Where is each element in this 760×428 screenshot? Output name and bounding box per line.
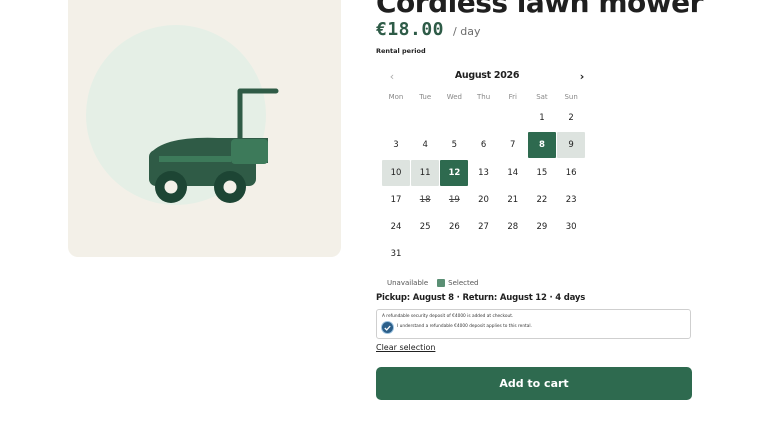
legend-unavailable: Unavailable [387, 279, 428, 287]
weekday-label: Thu [476, 93, 491, 101]
price-amount: €18.00 [376, 19, 445, 40]
calendar-day[interactable]: 13 [470, 160, 498, 186]
rental-period-label: Rental period [376, 47, 426, 55]
calendar-day[interactable]: 24 [382, 214, 410, 240]
calendar-day[interactable]: 31 [382, 241, 410, 267]
calendar-day: 19 [448, 194, 460, 205]
product-image [68, 0, 341, 257]
calendar-day[interactable]: 30 [557, 214, 585, 240]
weekday-label: Wed [446, 93, 462, 101]
calendar-day[interactable]: 26 [440, 214, 468, 240]
calendar-day[interactable]: 14 [499, 160, 527, 186]
calendar-day[interactable]: 22 [528, 187, 556, 213]
add-to-cart-button[interactable]: Add to cart [376, 367, 692, 400]
legend-selected: Selected [437, 279, 479, 287]
calendar-day[interactable]: 29 [528, 214, 556, 240]
clear-selection-link[interactable]: Clear selection [376, 343, 435, 352]
chevron-right-icon[interactable]: › [572, 67, 592, 85]
calendar-day[interactable]: 25 [411, 214, 439, 240]
deposit-checkbox-label[interactable]: I understand a refundable €4000 deposit … [397, 324, 532, 329]
calendar-day[interactable]: 11 [411, 159, 440, 186]
calendar-day[interactable]: 16 [557, 160, 585, 186]
calendar-day[interactable]: 9 [557, 132, 586, 159]
calendar-day[interactable]: 23 [557, 187, 585, 213]
calendar-day[interactable]: 7 [499, 132, 527, 158]
selected-swatch [437, 279, 446, 287]
calendar-day[interactable]: 21 [499, 187, 527, 213]
calendar-day[interactable]: 27 [470, 214, 498, 240]
weekday-label: Fri [508, 93, 517, 101]
calendar-day[interactable]: 12 [440, 159, 469, 186]
legend-selected-label: Selected [448, 279, 479, 287]
calendar-day[interactable]: 5 [440, 132, 468, 158]
calendar-legend: Unavailable Selected [387, 279, 479, 287]
calendar-grid: 1 2 3 4 5 6 7 8 9 10 11 12 13 14 15 16 17 18 19 20 21 22 23 24 2… [382, 105, 586, 267]
calendar-day[interactable]: 3 [382, 132, 410, 158]
calendar-day[interactable]: 20 [470, 187, 498, 213]
legend-unavailable-label: Unavailable [387, 279, 429, 287]
weekday-label: Tue [419, 93, 432, 101]
rental-summary: Pickup: August 8 · Return: August 12 · 4… [376, 293, 586, 303]
calendar-day[interactable]: 2 [557, 105, 585, 131]
deposit-box: A refundable security deposit of €4000 i… [376, 309, 691, 339]
calendar-day[interactable]: 10 [382, 159, 410, 186]
calendar-day[interactable]: 17 [382, 187, 410, 213]
calendar-day[interactable]: 4 [411, 132, 439, 158]
price-unit: / day [453, 25, 481, 38]
calendar-day[interactable]: 28 [499, 214, 527, 240]
weekday-label: Mon [388, 93, 404, 101]
calendar-day[interactable]: 15 [528, 160, 556, 186]
lawn-mower-icon [86, 25, 279, 205]
calendar-weekdays: Mon Tue Wed Thu Fri Sat Sun [382, 93, 585, 101]
calendar-day[interactable]: 1 [528, 105, 556, 131]
deposit-note: A refundable security deposit of €4000 i… [382, 314, 514, 319]
weekday-label: Sat [536, 93, 548, 101]
check-icon [384, 325, 391, 331]
weekday-label: Sun [564, 93, 578, 101]
price: €18.00 / day [376, 19, 480, 40]
calendar-day: 18 [419, 194, 431, 205]
calendar-day[interactable]: 6 [470, 132, 498, 158]
product-title: Cordless lawn mower [376, 0, 703, 19]
calendar-header: ‹ August 2026 › [382, 67, 592, 85]
calendar-day[interactable]: 8 [527, 132, 556, 159]
calendar-month: August 2026 [454, 70, 520, 81]
deposit-checkbox[interactable] [382, 322, 393, 333]
